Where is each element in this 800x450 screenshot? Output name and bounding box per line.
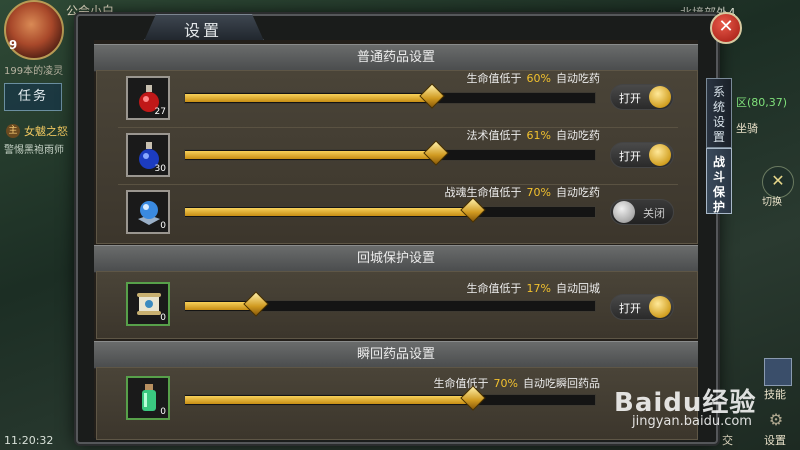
- threshold-label: 生命值低于 17% 自动回城: [467, 280, 600, 296]
- item-count: 0: [160, 221, 166, 231]
- threshold-prefix: 法术值低于: [466, 129, 522, 142]
- toggle-knob: [649, 144, 671, 166]
- social-label: 交: [722, 434, 733, 447]
- auto-potion-toggle[interactable]: 关闭: [610, 199, 674, 225]
- threshold-label: 生命值低于 70% 自动吃瞬回药品: [434, 375, 600, 391]
- switch-label: 切换: [762, 197, 782, 208]
- toggle-label: 关闭: [643, 207, 665, 220]
- task-button[interactable]: 任务: [4, 83, 62, 111]
- section-header-normal-potions: 普通药品设置: [94, 44, 698, 72]
- quest-name[interactable]: 女魃之怒: [24, 123, 68, 139]
- mount-button[interactable]: 坐骑: [736, 120, 758, 136]
- item-count: 30: [154, 164, 166, 174]
- toggle-knob: [613, 201, 635, 223]
- toggle-label: 打开: [619, 92, 641, 105]
- threshold-prefix: 生命值低于: [466, 282, 522, 295]
- settings-gear-icon[interactable]: ⚙: [764, 410, 788, 430]
- toggle-label: 打开: [619, 302, 641, 315]
- watermark-url: jingyan.baidu.com: [632, 414, 752, 429]
- slider-fill: [185, 208, 472, 216]
- slider-fill: [185, 396, 472, 404]
- return-town-threshold-slider[interactable]: [184, 291, 596, 317]
- slider-fill: [185, 151, 436, 159]
- spirit-hp-threshold-slider[interactable]: [184, 197, 596, 223]
- item-count: 0: [160, 407, 166, 417]
- item-slot-blue-potion[interactable]: 30: [126, 133, 170, 177]
- close-icon[interactable]: ✕: [710, 12, 742, 44]
- tab-battle-protection[interactable]: 战斗保护: [706, 148, 732, 214]
- item-count: 27: [154, 107, 166, 117]
- map-coordinates: 区(80,37): [736, 96, 788, 109]
- threshold-prefix: 生命值低于: [466, 72, 522, 85]
- player-name: 199本的凌灵: [4, 66, 64, 77]
- threshold-suffix: 自动吃药: [556, 72, 600, 85]
- section-header-return-town: 回城保护设置: [94, 245, 698, 273]
- slider-fill: [185, 94, 431, 102]
- item-slot-green-potion[interactable]: 0: [126, 376, 170, 420]
- clock: 11:20:32: [4, 434, 54, 447]
- auto-potion-toggle[interactable]: 打开: [610, 142, 674, 168]
- scroll-icon: [137, 293, 161, 315]
- threshold-percent: 17%: [526, 282, 551, 295]
- threshold-percent: 60%: [526, 72, 551, 85]
- toggle-knob: [649, 86, 671, 108]
- settings-label: 设置: [764, 434, 786, 447]
- threshold-prefix: 生命值低于: [433, 377, 489, 390]
- toggle-knob: [649, 296, 671, 318]
- item-slot-red-potion[interactable]: 27: [126, 76, 170, 120]
- hp-threshold-slider[interactable]: [184, 83, 596, 109]
- mp-threshold-slider[interactable]: [184, 140, 596, 166]
- threshold-label: 法术值低于 61% 自动吃药: [467, 127, 600, 143]
- spirit-orb-icon: [138, 201, 160, 225]
- threshold-suffix: 自动吃药: [556, 186, 600, 199]
- toggle-label: 打开: [619, 150, 641, 163]
- quest-description[interactable]: 警惕黑袍雨师: [4, 141, 64, 156]
- threshold-percent: 70%: [526, 186, 551, 199]
- skill-label: 技能: [764, 388, 786, 401]
- auto-return-toggle[interactable]: 打开: [610, 294, 674, 320]
- threshold-label: 战魂生命值低于 70% 自动吃药: [445, 184, 600, 200]
- main-quest-badge: 主: [6, 124, 20, 138]
- item-slot-spirit-orb[interactable]: 0: [126, 190, 170, 234]
- skill-icon[interactable]: [764, 358, 792, 386]
- threshold-label: 生命值低于 60% 自动吃药: [467, 70, 600, 86]
- item-slot-town-scroll[interactable]: 0: [126, 282, 170, 326]
- auto-potion-toggle[interactable]: 打开: [610, 84, 674, 110]
- section-header-instant-potions: 瞬回药品设置: [94, 341, 698, 369]
- player-level: 9: [8, 38, 18, 52]
- threshold-suffix: 自动吃瞬回药品: [523, 377, 600, 390]
- tab-label: 战斗保护: [712, 155, 725, 214]
- threshold-suffix: 自动回城: [556, 282, 600, 295]
- green-potion-icon: [142, 384, 156, 411]
- tab-system-settings[interactable]: 系统设置: [706, 78, 732, 148]
- dialog-title: 设置: [183, 21, 222, 40]
- item-count: 0: [160, 313, 166, 323]
- tab-label: 系统设置: [712, 85, 725, 144]
- threshold-percent: 61%: [526, 129, 551, 142]
- threshold-prefix: 战魂生命值低于: [444, 186, 522, 199]
- threshold-percent: 70%: [493, 377, 518, 390]
- instant-potion-threshold-slider[interactable]: [184, 385, 596, 411]
- threshold-suffix: 自动吃药: [556, 129, 600, 142]
